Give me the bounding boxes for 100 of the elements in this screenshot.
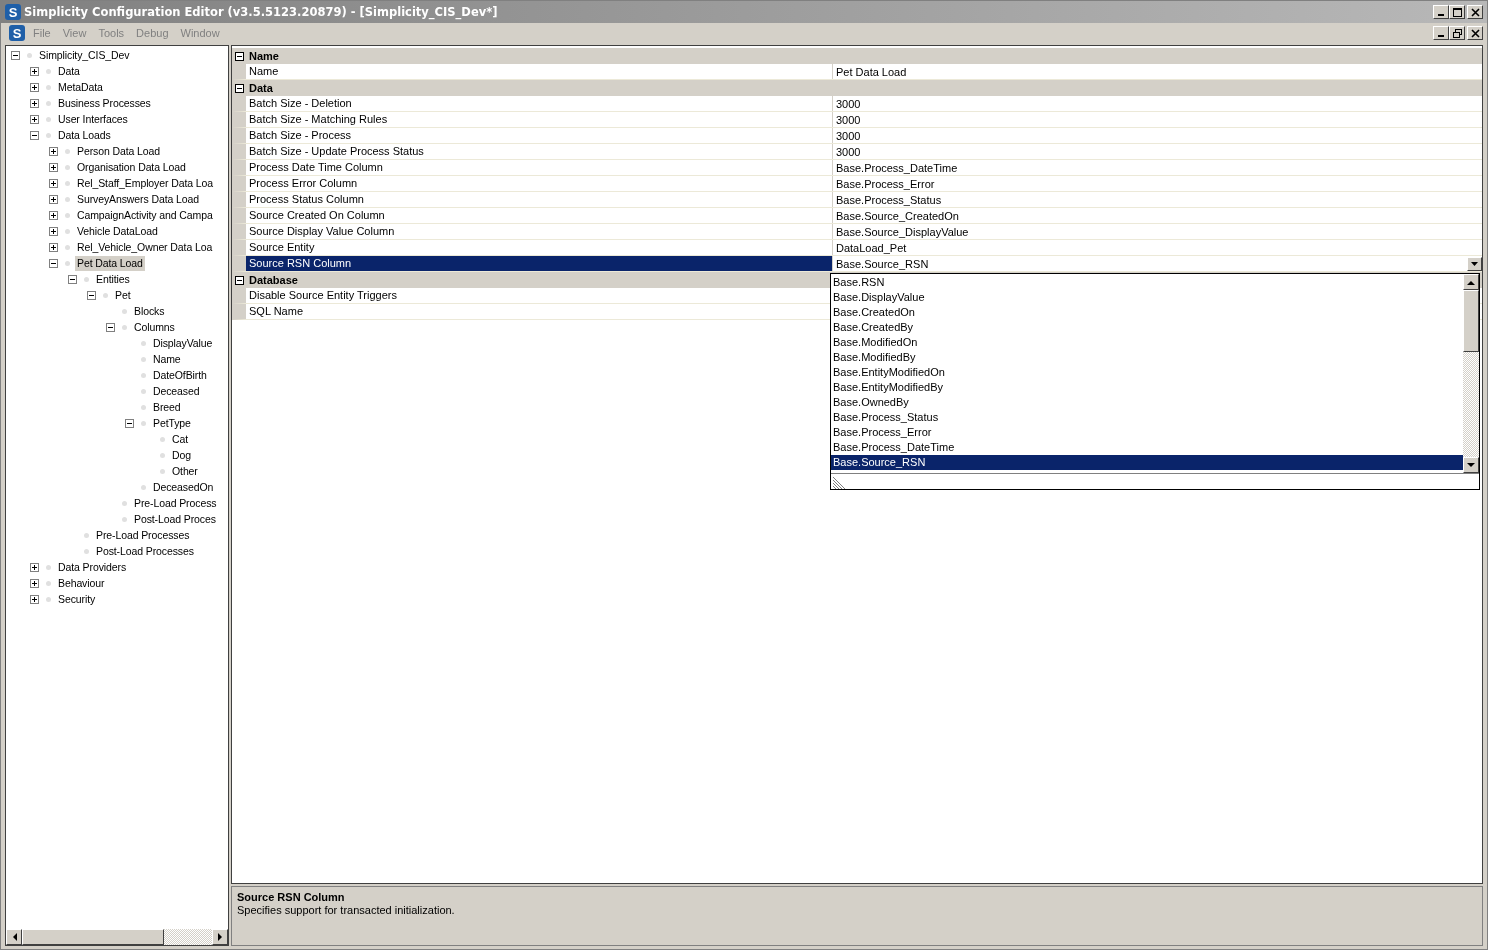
dropdown-option[interactable]: Base.CreatedBy xyxy=(831,320,1463,335)
tree-item[interactable]: Blocks xyxy=(132,303,167,319)
tree-item[interactable]: Cat xyxy=(170,431,191,447)
dropdown-option[interactable]: Base.RSN xyxy=(831,275,1463,290)
tree-item[interactable]: Pre-Load Processes xyxy=(94,527,192,543)
expand-toggle[interactable] xyxy=(30,66,39,76)
tree-item[interactable]: Data xyxy=(56,63,82,79)
tree-item[interactable]: Rel_Vehicle_Owner Data Loa xyxy=(75,239,215,255)
tree-item[interactable]: DeceasedOn xyxy=(151,479,216,495)
dropdown-option[interactable]: Base.Source_RSN xyxy=(831,455,1463,470)
property-name[interactable]: Source Display Value Column xyxy=(246,224,833,239)
expand-toggle[interactable] xyxy=(30,562,39,572)
dropdown-option[interactable]: Base.EntityModifiedBy xyxy=(831,380,1463,395)
collapse-toggle[interactable] xyxy=(234,83,244,93)
tree-item[interactable]: DateOfBirth xyxy=(151,367,209,383)
horizontal-scrollbar[interactable] xyxy=(6,929,228,945)
dropdown-button[interactable] xyxy=(1467,256,1482,271)
property-name[interactable]: Batch Size - Process xyxy=(246,128,833,143)
tree-item[interactable]: CampaignActivity and Campa xyxy=(75,207,215,223)
tree-item[interactable]: Pre-Load Process xyxy=(132,495,219,511)
dropdown-option[interactable]: Base.ModifiedOn xyxy=(831,335,1463,350)
collapse-toggle[interactable] xyxy=(234,275,244,285)
left-arrow-icon[interactable] xyxy=(11,933,17,941)
close-button[interactable] xyxy=(1467,26,1483,40)
collapse-toggle[interactable] xyxy=(125,418,134,428)
collapse-toggle[interactable] xyxy=(30,130,39,140)
property-name[interactable]: Process Error Column xyxy=(246,176,833,191)
property-name[interactable]: Source Created On Column xyxy=(246,208,833,223)
expand-toggle[interactable] xyxy=(49,242,58,252)
expand-toggle[interactable] xyxy=(49,162,58,172)
dropdown-option[interactable]: Base.Process_Error xyxy=(831,425,1463,440)
dropdown-option[interactable]: Base.OwnedBy xyxy=(831,395,1463,410)
dropdown-option[interactable]: Base.ModifiedBy xyxy=(831,350,1463,365)
property-name[interactable]: Batch Size - Update Process Status xyxy=(246,144,833,159)
expand-toggle[interactable] xyxy=(49,194,58,204)
tree-item[interactable]: User Interfaces xyxy=(56,111,130,127)
tree-item[interactable]: Other xyxy=(170,463,200,479)
collapse-toggle[interactable] xyxy=(106,322,115,332)
tree-item[interactable]: Deceased xyxy=(151,383,202,399)
tree-item[interactable]: Data Loads xyxy=(56,127,113,143)
tree-item[interactable]: Business Processes xyxy=(56,95,153,111)
dropdown-option[interactable]: Base.Process_DateTime xyxy=(831,440,1463,455)
tree-item[interactable]: Pet Data Load xyxy=(75,255,145,271)
close-button[interactable] xyxy=(1467,5,1483,19)
tree-item[interactable]: DisplayValue xyxy=(151,335,215,351)
tree-item[interactable]: PetType xyxy=(151,415,193,431)
scrollbar-thumb[interactable] xyxy=(22,929,164,945)
expand-toggle[interactable] xyxy=(30,82,39,92)
dropdown-option[interactable]: Base.DisplayValue xyxy=(831,290,1463,305)
tree-item[interactable]: Behaviour xyxy=(56,575,107,591)
resize-grip-icon[interactable] xyxy=(833,477,845,489)
tree-item[interactable]: Data Providers xyxy=(56,559,129,575)
expand-toggle[interactable] xyxy=(49,226,58,236)
expand-toggle[interactable] xyxy=(30,578,39,588)
collapse-toggle[interactable] xyxy=(11,50,20,60)
tree-item[interactable]: Post-Load Processes xyxy=(94,543,196,559)
tree-item[interactable]: Rel_Staff_Employer Data Loa xyxy=(75,175,216,191)
property-name[interactable]: Name xyxy=(246,64,833,79)
minimize-button[interactable] xyxy=(1433,26,1449,40)
up-arrow-icon[interactable] xyxy=(1467,279,1475,285)
property-name[interactable]: Batch Size - Matching Rules xyxy=(246,112,833,127)
scrollbar-thumb[interactable] xyxy=(1463,290,1479,352)
dropdown-option[interactable]: Base.CreatedOn xyxy=(831,305,1463,320)
expand-toggle[interactable] xyxy=(49,210,58,220)
expand-toggle[interactable] xyxy=(30,98,39,108)
property-name[interactable]: Source Entity xyxy=(246,240,833,255)
tree-item[interactable]: Entities xyxy=(94,271,132,287)
expand-toggle[interactable] xyxy=(49,178,58,188)
collapse-toggle[interactable] xyxy=(87,290,96,300)
tree-item[interactable]: SurveyAnswers Data Load xyxy=(75,191,201,207)
property-name[interactable]: Batch Size - Deletion xyxy=(246,96,833,111)
collapse-toggle[interactable] xyxy=(234,51,244,61)
tree-item[interactable]: Columns xyxy=(132,319,177,335)
property-name[interactable]: Process Date Time Column xyxy=(246,160,833,175)
tree-item[interactable]: Dog xyxy=(170,447,193,463)
tree-item[interactable]: Breed xyxy=(151,399,183,415)
dropdown-option[interactable]: Base.Process_Status xyxy=(831,410,1463,425)
minimize-button[interactable] xyxy=(1433,5,1449,19)
property-name[interactable]: Source RSN Column xyxy=(246,256,833,271)
tree-item[interactable]: Post-Load Proces xyxy=(132,511,218,527)
expand-toggle[interactable] xyxy=(49,146,58,156)
tree-item[interactable]: Pet xyxy=(113,287,133,303)
expand-toggle[interactable] xyxy=(30,114,39,124)
dropdown-option[interactable]: Base.EntityModifiedOn xyxy=(831,365,1463,380)
property-name[interactable]: Process Status Column xyxy=(246,192,833,207)
down-arrow-icon[interactable] xyxy=(1467,462,1475,468)
tree-item[interactable]: Organisation Data Load xyxy=(75,159,188,175)
tree-item[interactable]: Person Data Load xyxy=(75,143,163,159)
tree-item[interactable]: Simplicity_CIS_Dev xyxy=(37,47,132,63)
restore-button[interactable] xyxy=(1449,26,1465,40)
expand-toggle[interactable] xyxy=(30,594,39,604)
collapse-toggle[interactable] xyxy=(68,274,77,284)
right-arrow-icon[interactable] xyxy=(217,933,223,941)
tree-item[interactable]: Name xyxy=(151,351,183,367)
tree-item[interactable]: MetaData xyxy=(56,79,105,95)
tree-item[interactable]: Security xyxy=(56,591,98,607)
tree-item[interactable]: Vehicle DataLoad xyxy=(75,223,160,239)
vertical-scrollbar[interactable] xyxy=(1463,274,1479,473)
maximize-button[interactable] xyxy=(1449,5,1465,19)
collapse-toggle[interactable] xyxy=(49,258,58,268)
